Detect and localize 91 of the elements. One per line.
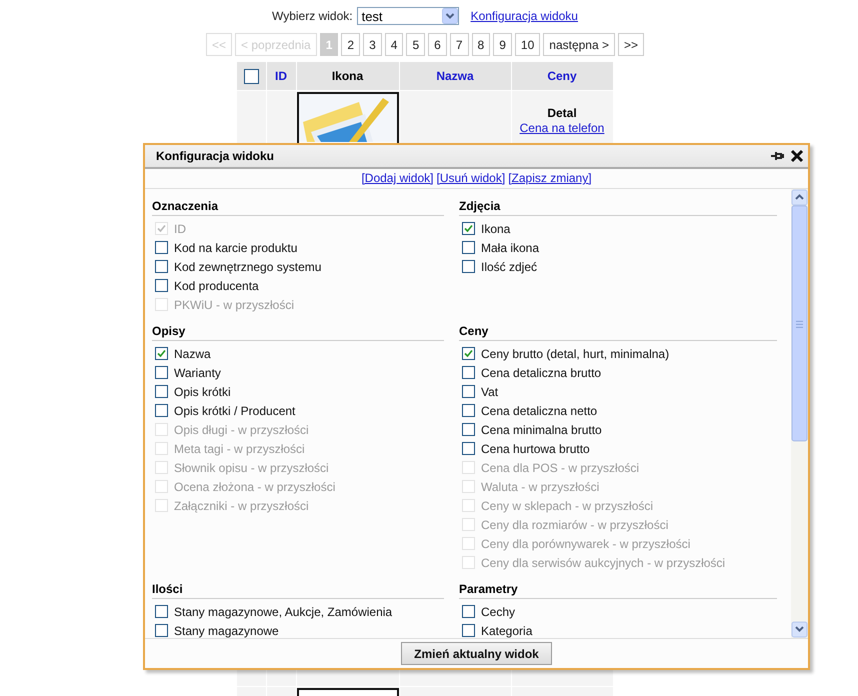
page-button[interactable]: 2 (341, 33, 360, 56)
page-button[interactable]: 6 (428, 33, 447, 56)
dialog-action-link[interactable]: [Zapisz zmiany] (508, 171, 592, 185)
option-label: Opis krótki (174, 384, 231, 398)
option-label: Ikona (481, 222, 510, 236)
page-button[interactable]: 4 (384, 33, 404, 56)
scrollbar[interactable] (791, 189, 808, 638)
option-checkbox[interactable] (462, 241, 475, 254)
page-button[interactable]: 3 (363, 33, 382, 56)
option-checkbox[interactable] (155, 624, 168, 637)
option-label: Ocena złożona - w przyszłości (174, 480, 336, 494)
option-label: Opis długi - w przyszłości (174, 422, 309, 436)
option-label: Waluta - w przyszłości (481, 480, 600, 494)
view-select[interactable]: test (356, 7, 459, 25)
option-checkbox[interactable] (462, 605, 475, 618)
option-checkbox[interactable] (462, 366, 475, 379)
option-label: Kod na karcie produktu (174, 240, 298, 254)
section-heading: Opisy (152, 320, 444, 341)
option-label: Kod producenta (174, 278, 259, 292)
option-checkbox[interactable] (462, 347, 475, 360)
option-label: Mała ikona (481, 240, 540, 254)
option-checkbox[interactable] (462, 260, 475, 273)
option-label: Opis krótki / Producent (174, 404, 296, 418)
page-button[interactable]: 8 (472, 33, 490, 56)
view-config-link[interactable]: Konfiguracja widoku (470, 9, 578, 23)
option-label: Kod zewnętrznego systemu (174, 260, 322, 274)
option-label: Cena detaliczna brutto (481, 366, 602, 380)
page-button[interactable]: 10 (514, 33, 540, 56)
column-header[interactable]: Nazwa (400, 62, 512, 91)
page-button[interactable]: >> (618, 33, 644, 56)
pin-icon[interactable] (770, 149, 784, 163)
option-checkbox[interactable] (155, 279, 168, 292)
option-checkbox[interactable] (462, 404, 475, 417)
page-button[interactable]: 7 (450, 33, 469, 56)
section-heading: Ilości (152, 578, 444, 599)
option-checkbox[interactable] (155, 347, 168, 360)
option-checkbox[interactable] (462, 624, 475, 637)
dialog-action-link[interactable]: [Usuń widok] (436, 171, 506, 185)
view-label: Wybierz widok: (272, 9, 353, 23)
option-checkbox[interactable] (462, 423, 475, 436)
column-header[interactable]: Ceny (512, 62, 614, 91)
check-icon (157, 349, 166, 358)
option-label: Kategoria (481, 624, 532, 638)
dialog-title: Konfiguracja widoku (156, 149, 276, 163)
option-checkbox[interactable] (462, 222, 475, 235)
option-label: Stany magazynowe (174, 624, 279, 638)
option-label: Ceny brutto (detal, hurt, minimalna) (481, 346, 670, 360)
option-label: Słownik opisu - w przyszłości (174, 460, 329, 474)
section-heading: Zdjęcia (459, 195, 777, 216)
page-button[interactable]: 5 (406, 33, 426, 56)
check-icon (464, 349, 473, 358)
option-label: Meta tagi - w przyszłości (174, 442, 305, 456)
option-label: Ceny w sklepach - w przyszłości (481, 498, 654, 512)
price-link[interactable]: Cena na telefon (520, 121, 604, 135)
option-label: Cechy (481, 604, 516, 618)
option-label: Vat (481, 384, 498, 398)
option-label: ID (174, 222, 186, 236)
option-label: Cena minimalna brutto (481, 422, 602, 436)
option-label: Cena hurtowa brutto (481, 442, 590, 456)
page-button[interactable]: następna > (543, 33, 615, 56)
option-label: Ilość zdjeć (481, 260, 538, 274)
option-checkbox[interactable] (155, 404, 168, 417)
check-icon (464, 224, 473, 233)
section-heading: Parametry (459, 578, 777, 599)
close-icon[interactable] (790, 149, 804, 163)
option-label: Warianty (174, 366, 221, 380)
option-checkbox[interactable] (155, 385, 168, 398)
option-checkbox[interactable] (462, 385, 475, 398)
option-label: Stany magazynowe, Aukcje, Zamówienia (174, 604, 392, 618)
option-label: Ceny dla rozmiarów - w przyszłości (481, 518, 668, 532)
option-checkbox[interactable] (155, 241, 168, 254)
select-all-checkbox[interactable] (244, 68, 258, 84)
page-button[interactable]: 9 (493, 33, 512, 56)
option-checkbox[interactable] (155, 260, 168, 273)
section-heading: Oznaczenia (152, 195, 444, 216)
option-label: Ceny dla serwisów aukcyjnych - w przyszłości (481, 556, 726, 570)
column-header: Ikona (296, 62, 400, 91)
dialog-action-link[interactable]: [Dodaj widok] (361, 171, 434, 185)
column-header[interactable]: ID (266, 62, 296, 91)
price-label: Detal (547, 106, 577, 121)
option-checkbox[interactable] (155, 366, 168, 379)
option-checkbox[interactable] (155, 605, 168, 618)
option-label: Nazwa (174, 346, 211, 360)
apply-view-button[interactable]: Zmień aktualny widok (401, 642, 552, 665)
section-heading: Ceny (459, 320, 777, 341)
option-label: Cena detaliczna netto (481, 404, 598, 418)
option-label: Cena dla POS - w przyszłości (481, 460, 640, 474)
option-checkbox[interactable] (462, 442, 475, 455)
option-label: PKWiU - w przyszłości (174, 298, 294, 312)
option-label: Ceny dla porównywarek - w przyszłości (481, 536, 690, 550)
option-label: Załączniki - w przyszłości (174, 498, 309, 512)
